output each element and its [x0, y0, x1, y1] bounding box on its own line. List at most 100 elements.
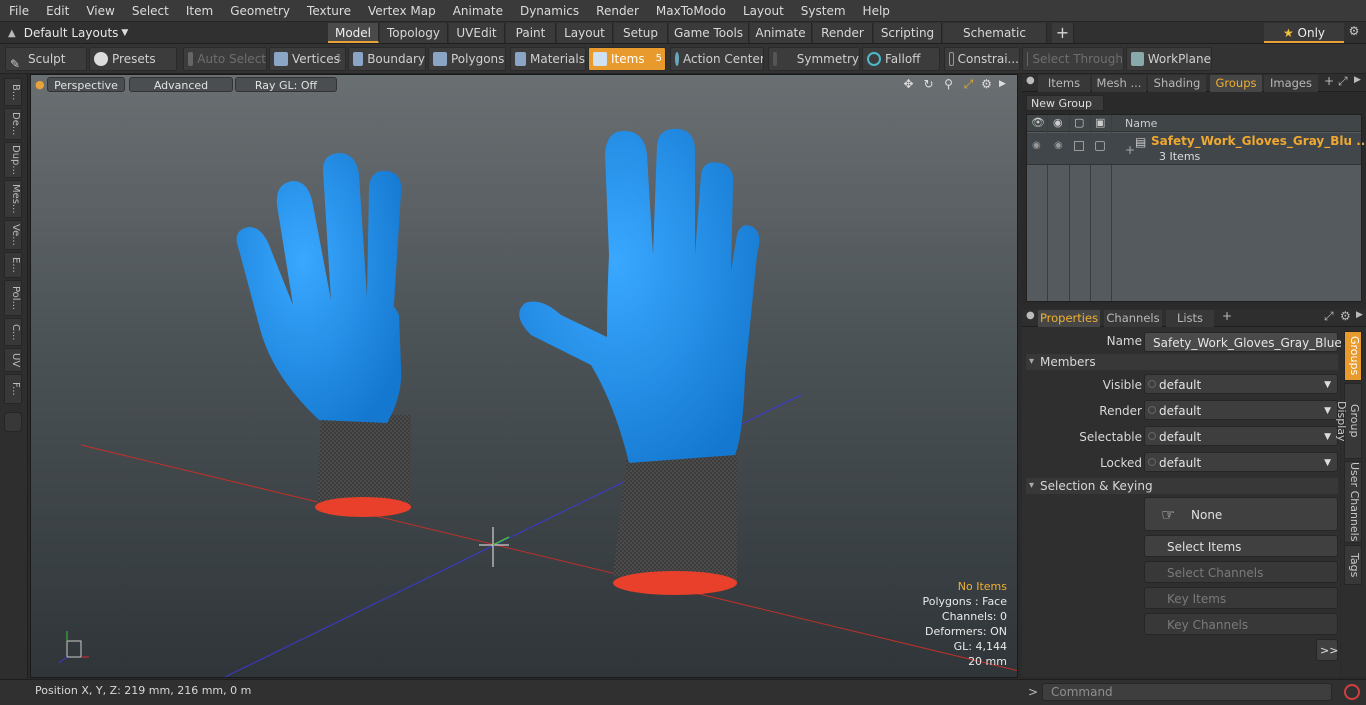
left-tab-edge[interactable]: E...	[4, 252, 22, 278]
fit-icon[interactable]: ⤢	[961, 77, 976, 92]
3d-viewport[interactable]: ● Perspective Advanced Ray GL: Off ✥ ↻ ⚲…	[30, 74, 1018, 678]
select-through-button[interactable]: Select Through	[1022, 47, 1124, 71]
selectable-icon[interactable]: ▢	[1074, 116, 1084, 129]
render-select[interactable]: default ▼	[1144, 400, 1338, 420]
side-tab-tags[interactable]: Tags	[1344, 545, 1362, 585]
menu-geometry[interactable]: Geometry	[221, 0, 298, 22]
select-items-button[interactable]: Select Items	[1144, 535, 1338, 557]
left-tab-fusion[interactable]: F...	[4, 374, 22, 404]
left-tab-uv[interactable]: UV	[4, 348, 22, 372]
items-button[interactable]: Items 5	[588, 47, 666, 71]
visible-select[interactable]: default ▼	[1144, 374, 1338, 394]
new-group-button[interactable]: New Group	[1026, 95, 1104, 111]
tab-animate[interactable]: Animate	[750, 23, 812, 43]
record-icon[interactable]	[1344, 684, 1360, 700]
tab-render[interactable]: Render	[813, 23, 873, 43]
add-panel-icon[interactable]: +	[1324, 74, 1334, 88]
tab-game-tools[interactable]: Game Tools	[669, 23, 749, 43]
tab-topology[interactable]: Topology	[380, 23, 448, 43]
move-icon[interactable]: ✥	[901, 77, 916, 92]
row-lock-box[interactable]	[1095, 141, 1105, 151]
locked-select[interactable]: default ▼	[1144, 452, 1338, 472]
zoom-icon[interactable]: ⚲	[941, 77, 956, 92]
falloff-button[interactable]: Falloff	[862, 47, 940, 71]
selection-keying-section[interactable]: Selection & Keying	[1026, 478, 1338, 494]
symmetry-button[interactable]: Symmetry	[768, 47, 860, 71]
constraints-button[interactable]: Constrai...	[944, 47, 1020, 71]
polygons-button[interactable]: Polygons	[428, 47, 506, 71]
perspective-button[interactable]: Perspective	[47, 77, 125, 92]
tab-scripting[interactable]: Scripting	[874, 23, 942, 43]
menu-edit[interactable]: Edit	[37, 0, 77, 22]
menu-dynamics[interactable]: Dynamics	[511, 0, 587, 22]
menu-animate[interactable]: Animate	[444, 0, 511, 22]
panel-options-icon[interactable]: ●	[1026, 75, 1035, 86]
prop-more-icon[interactable]: ▶	[1356, 310, 1363, 320]
properties-options-icon[interactable]: ●	[1026, 310, 1035, 321]
key-channels-button[interactable]: Key Channels	[1144, 613, 1338, 635]
tab-lists[interactable]: Lists	[1166, 310, 1214, 327]
menu-help[interactable]: Help	[854, 0, 898, 22]
tab-items[interactable]: Items	[1038, 75, 1090, 92]
action-center-button[interactable]: Action Center	[670, 47, 764, 71]
row-selectable-box[interactable]	[1074, 141, 1084, 151]
lock-icon[interactable]: ▣	[1095, 116, 1105, 129]
rotate-icon[interactable]: ↻	[921, 77, 936, 92]
viewport-options-icon[interactable]: ●	[35, 78, 45, 91]
group-row[interactable]: ◉ ◉ + ▤ Safety_Work_Gloves_Gray_Blu ... …	[1027, 133, 1366, 165]
menu-file[interactable]: File	[0, 0, 37, 22]
menu-item[interactable]: Item	[177, 0, 221, 22]
menu-maxtomodo[interactable]: MaxToModo	[647, 0, 734, 22]
expand-icon[interactable]: ⤢	[1338, 74, 1348, 89]
render-icon[interactable]: ◉	[1053, 116, 1063, 129]
select-channels-button[interactable]: Select Channels	[1144, 561, 1338, 583]
left-tab-toggle[interactable]	[4, 412, 22, 432]
tab-mesh[interactable]: Mesh ...	[1092, 75, 1146, 92]
menu-texture[interactable]: Texture	[298, 0, 359, 22]
left-tab-curve[interactable]: C...	[4, 318, 22, 346]
viewport-more-icon[interactable]: ▶	[995, 77, 1010, 92]
command-input[interactable]: Command	[1042, 683, 1332, 701]
vertices-button[interactable]: Vertices 1	[269, 47, 346, 71]
tab-setup[interactable]: Setup	[614, 23, 668, 43]
gear-icon[interactable]: ⚙	[1346, 24, 1362, 42]
tab-uvedit[interactable]: UVEdit	[449, 23, 505, 43]
tab-schematic-fusion[interactable]: Schematic Fusion	[943, 23, 1047, 60]
add-tab-icon[interactable]: +	[1052, 23, 1074, 43]
add-prop-tab-icon[interactable]: +	[1222, 309, 1232, 323]
panel-more-icon[interactable]: ▶	[1354, 75, 1361, 85]
tab-model[interactable]: Model	[328, 23, 379, 43]
menu-system[interactable]: System	[792, 0, 854, 22]
expand-plus-icon[interactable]: +	[1125, 143, 1135, 157]
menu-vertex-map[interactable]: Vertex Map	[359, 0, 444, 22]
prop-expand-icon[interactable]: ⤢	[1324, 309, 1334, 324]
tab-properties[interactable]: Properties	[1038, 310, 1100, 327]
left-tab-mesh-edit[interactable]: Mes...	[4, 180, 22, 218]
menu-view[interactable]: View	[77, 0, 122, 22]
none-button[interactable]: ☞ None	[1144, 497, 1338, 531]
left-tab-duplicate[interactable]: Dup...	[4, 142, 22, 178]
menu-layout[interactable]: Layout	[734, 0, 792, 22]
more-button[interactable]: >>	[1316, 639, 1338, 661]
layouts-dropdown[interactable]: ▲ Default Layouts ▼	[0, 22, 330, 44]
name-column-header[interactable]: Name	[1125, 117, 1157, 130]
sculpt-button[interactable]: ✎ Sculpt	[5, 47, 87, 71]
tab-images[interactable]: Images	[1264, 75, 1318, 92]
tab-layout[interactable]: Layout	[557, 23, 613, 43]
row-render-icon[interactable]: ◉	[1054, 140, 1063, 151]
advanced-button[interactable]: Advanced	[129, 77, 233, 92]
tab-channels[interactable]: Channels	[1104, 310, 1162, 327]
members-section[interactable]: Members	[1026, 354, 1338, 370]
name-field[interactable]: Safety_Work_Gloves_Gray_Blue (3)	[1144, 332, 1342, 370]
key-items-button[interactable]: Key Items	[1144, 587, 1338, 609]
menu-select[interactable]: Select	[123, 0, 177, 22]
only-button[interactable]: ★ Only	[1264, 23, 1344, 43]
menu-render[interactable]: Render	[587, 0, 647, 22]
side-tab-user-channels[interactable]: User Channels	[1344, 461, 1362, 543]
tab-groups[interactable]: Groups	[1210, 75, 1262, 92]
viewport-gear-icon[interactable]: ⚙	[979, 77, 994, 92]
tab-shading[interactable]: Shading	[1148, 75, 1206, 92]
raygl-button[interactable]: Ray GL: Off	[235, 77, 337, 92]
tab-paint[interactable]: Paint	[506, 23, 556, 43]
left-tab-polygon[interactable]: Pol...	[4, 280, 22, 316]
